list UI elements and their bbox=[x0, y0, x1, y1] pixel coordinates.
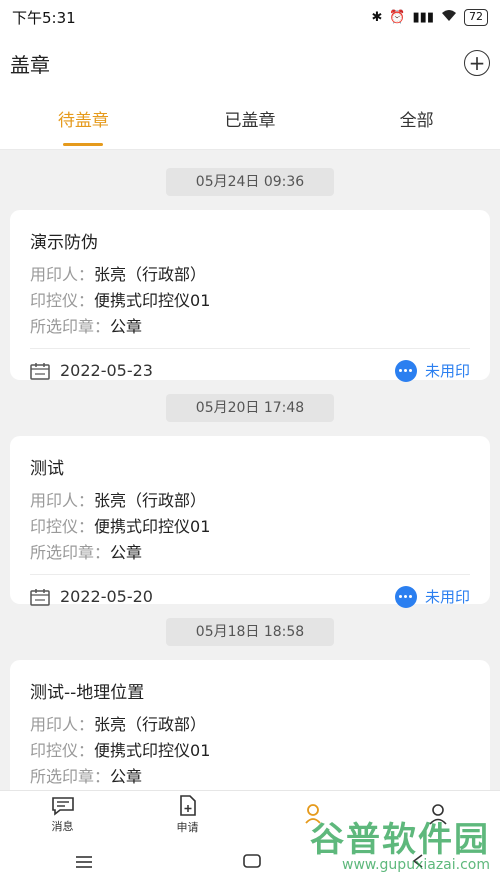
record-date: 2022-05-23 bbox=[60, 361, 153, 380]
status-text: 未用印 bbox=[424, 362, 470, 380]
status-bar: 下午5:31 ✱ ⏰ ▮▮▮ 72 bbox=[0, 0, 500, 34]
alarm-icon: ⏰ bbox=[389, 9, 406, 25]
status-badge: 未用印 bbox=[394, 585, 470, 608]
calendar-icon bbox=[30, 588, 50, 606]
record-title: 测试--地理位置 bbox=[30, 683, 145, 703]
date-separator: 05月18日 18:58 bbox=[166, 618, 334, 646]
record-title: 测试 bbox=[30, 459, 64, 479]
nav-apply[interactable]: 申请 bbox=[125, 794, 250, 835]
record-date: 2022-05-20 bbox=[60, 587, 153, 606]
menu-icon[interactable] bbox=[74, 854, 94, 873]
nav-messages[interactable]: 消息 bbox=[0, 796, 125, 834]
system-nav-bar bbox=[0, 838, 500, 888]
profile-icon bbox=[428, 803, 447, 825]
status-time: 下午5:31 bbox=[12, 8, 76, 27]
stamp-icon bbox=[304, 803, 321, 824]
calendar-icon bbox=[30, 362, 50, 380]
record-card[interactable]: 测试 用印人：张亮（行政部） 印控仪：便携式印控仪01 所选印章：公章 2022… bbox=[10, 436, 490, 608]
seal-row: 所选印章：公章 bbox=[30, 767, 143, 786]
bottom-nav: 消息 申请 bbox=[0, 790, 500, 838]
device-row: 印控仪：便携式印控仪01 bbox=[30, 741, 211, 760]
more-dots-icon bbox=[394, 585, 417, 608]
seal-row: 所选印章：公章 bbox=[30, 543, 143, 562]
user-row: 用印人：张亮（行政部） bbox=[30, 491, 207, 510]
nav-stamp[interactable] bbox=[250, 803, 375, 827]
record-title: 演示防伪 bbox=[30, 233, 98, 253]
add-button[interactable]: + bbox=[464, 50, 490, 76]
tab-pending[interactable]: 待盖章 bbox=[0, 92, 167, 150]
battery-indicator: 72 bbox=[464, 8, 488, 26]
bluetooth-icon: ✱ bbox=[371, 9, 383, 25]
tab-bar: 待盖章 已盖章 全部 bbox=[0, 92, 500, 150]
record-card[interactable]: 测试--地理位置 用印人：张亮（行政部） 印控仪：便携式印控仪01 所选印章：公… bbox=[10, 660, 490, 790]
wifi-icon bbox=[441, 9, 457, 26]
back-icon[interactable] bbox=[410, 853, 426, 873]
apply-icon bbox=[179, 794, 196, 816]
record-list[interactable]: 05月24日 09:36 演示防伪 用印人：张亮（行政部） 印控仪：便携式印控仪… bbox=[0, 150, 500, 790]
plus-icon: + bbox=[468, 51, 486, 75]
record-card[interactable]: 演示防伪 用印人：张亮（行政部） 印控仪：便携式印控仪01 所选印章：公章 20… bbox=[10, 210, 490, 382]
device-row: 印控仪：便携式印控仪01 bbox=[30, 517, 211, 536]
tab-all[interactable]: 全部 bbox=[333, 92, 500, 150]
page-title: 盖章 bbox=[10, 52, 50, 77]
nav-profile[interactable] bbox=[375, 803, 500, 827]
device-row: 印控仪：便携式印控仪01 bbox=[30, 291, 211, 310]
seal-row: 所选印章：公章 bbox=[30, 317, 143, 336]
signal-icon: ▮▮▮ bbox=[412, 9, 434, 25]
status-icons: ✱ ⏰ ▮▮▮ 72 bbox=[371, 8, 488, 26]
status-text: 未用印 bbox=[424, 588, 470, 606]
status-badge: 未用印 bbox=[394, 359, 470, 382]
app-header: 盖章 + bbox=[0, 34, 500, 92]
date-separator: 05月20日 17:48 bbox=[166, 394, 334, 422]
more-dots-icon bbox=[394, 359, 417, 382]
date-separator: 05月24日 09:36 bbox=[166, 168, 334, 196]
message-icon bbox=[51, 796, 74, 816]
home-icon[interactable] bbox=[242, 853, 262, 873]
user-row: 用印人：张亮（行政部） bbox=[30, 715, 207, 734]
tab-stamped[interactable]: 已盖章 bbox=[167, 92, 334, 150]
user-row: 用印人：张亮（行政部） bbox=[30, 265, 207, 284]
